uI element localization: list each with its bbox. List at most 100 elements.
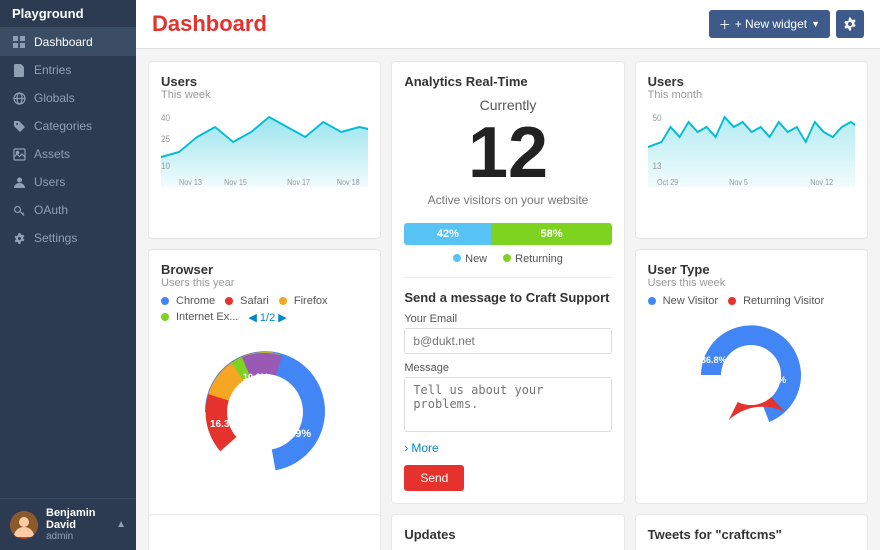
svg-text:Nov 18: Nov 18 [337, 178, 360, 187]
analytics-progress: 42% 58% [404, 223, 611, 245]
sidebar-title: Playground [0, 0, 136, 28]
svg-text:Nov 5: Nov 5 [729, 178, 748, 187]
sidebar-item-entries[interactable]: Entries [0, 56, 136, 84]
currently-label: Currently [404, 97, 611, 113]
gear-icon [843, 17, 857, 31]
svg-text:13: 13 [652, 161, 661, 172]
dashboard-grid: Users This week 40 25 10 Nov 13 [136, 49, 880, 550]
user-profile[interactable]: Benjamin David admin ▲ [0, 498, 136, 550]
support-title: Send a message to Craft Support [404, 290, 611, 305]
sidebar-label-globals: Globals [34, 91, 75, 105]
browser-legend: Chrome Safari Firefox Internet Ex... ◀ 1… [161, 295, 368, 324]
users-week-title: Users [161, 74, 368, 89]
send-button[interactable]: Send [404, 465, 464, 491]
returning-bar: 58% [491, 223, 611, 245]
chevron-up-icon: ▲ [116, 519, 126, 530]
svg-text:67.9%: 67.9% [280, 428, 311, 440]
message-label: Message [404, 362, 611, 374]
tweets-widget: Tweets for "craftcms" Bradley Allen @Bra… [635, 514, 868, 550]
updates-widget: Updates [391, 514, 624, 550]
usertype-donut-chart: 63.2% 36.8% [648, 315, 855, 435]
sidebar-label-entries: Entries [34, 63, 71, 77]
svg-text:50: 50 [652, 113, 661, 124]
svg-text:40: 40 [161, 113, 170, 124]
svg-text:Nov 12: Nov 12 [810, 178, 833, 187]
analytics-value: 12 [404, 117, 611, 189]
sidebar-item-users[interactable]: Users [0, 168, 136, 196]
sidebar-item-globals[interactable]: Globals [0, 84, 136, 112]
globe-icon [12, 91, 26, 105]
svg-text:Oct 29: Oct 29 [657, 178, 678, 187]
sidebar-item-assets[interactable]: Assets [0, 140, 136, 168]
sidebar-item-dashboard[interactable]: Dashboard [0, 28, 136, 56]
sidebar-label-oauth: OAuth [34, 203, 68, 217]
browser-widget: Browser Users this year Chrome Safari Fi… [148, 249, 381, 550]
sidebar-label-settings: Settings [34, 231, 77, 245]
new-widget-button[interactable]: ＋ + New widget ▼ [709, 10, 830, 38]
svg-text:Nov 17: Nov 17 [287, 178, 310, 187]
plus-icon: ＋ [719, 16, 731, 33]
key-icon [12, 203, 26, 217]
browser-title: Browser [161, 262, 368, 277]
message-input[interactable] [404, 377, 611, 432]
usertype-subtitle: Users this week [648, 277, 855, 289]
svg-text:Nov 13: Nov 13 [179, 178, 202, 187]
legend-other: ◀ 1/2 ▶ [248, 311, 286, 324]
sidebar-label-categories: Categories [34, 119, 92, 133]
topbar: Dashboard ＋ + New widget ▼ [136, 0, 880, 49]
users-week-chart: 40 25 10 Nov 13 Nov 15 Nov 17 Nov 18 [161, 107, 368, 177]
file-icon [12, 63, 26, 77]
email-label: Your Email [404, 313, 611, 325]
grid-icon [12, 35, 26, 49]
sidebar-item-settings[interactable]: Settings [0, 224, 136, 252]
analytics-center: Currently 12 Active visitors on your web… [404, 97, 611, 265]
legend-safari: Safari [225, 295, 269, 307]
user-info: Benjamin David admin [46, 507, 108, 542]
new-bar: 42% [404, 223, 491, 245]
tag-icon [12, 119, 26, 133]
analytics-title: Analytics Real-Time [404, 74, 611, 89]
users-week-widget: Users This week 40 25 10 Nov 13 [148, 61, 381, 239]
sidebar-item-oauth[interactable]: OAuth [0, 196, 136, 224]
legend-returning-visitor: Returning Visitor [728, 295, 824, 307]
sidebar-label-dashboard: Dashboard [34, 35, 93, 49]
legend-firefox: Firefox [279, 295, 328, 307]
avatar [10, 511, 38, 539]
browser-donut-chart: 67.9% 16.3% 10.6% [161, 332, 368, 492]
svg-text:36.8%: 36.8% [701, 355, 727, 365]
more-link[interactable]: ›More [404, 441, 611, 455]
sidebar-label-users: Users [34, 175, 65, 189]
usertype-title: User Type [648, 262, 855, 277]
analytics-widget: Analytics Real-Time Currently 12 Active … [391, 61, 624, 504]
usertype-legend: New Visitor Returning Visitor [648, 295, 855, 307]
sidebar-item-categories[interactable]: Categories [0, 112, 136, 140]
analytics-legend: New Returning [404, 253, 611, 265]
updates-title: Updates [404, 527, 611, 542]
legend-new-visitor: New Visitor [648, 295, 718, 307]
support-form: Your Email Message ›More Send [404, 313, 611, 491]
browser-subtitle: Users this year [161, 277, 368, 289]
svg-text:25: 25 [161, 134, 170, 145]
email-input[interactable] [404, 328, 611, 354]
settings-icon [12, 231, 26, 245]
returning-legend: Returning [503, 253, 563, 265]
chevron-down-icon: ▼ [811, 19, 820, 29]
main-content: Dashboard ＋ + New widget ▼ Users This we… [136, 0, 880, 550]
user-role: admin [46, 531, 108, 542]
users-month-widget: Users This month 50 13 Oct 29 Nov 5 [635, 61, 868, 239]
user-name: Benjamin David [46, 507, 108, 531]
widget-settings-button[interactable] [836, 10, 864, 38]
users-month-subtitle: This month [648, 89, 855, 101]
sidebar: Playground Dashboard Entries Globals Cat… [0, 0, 136, 550]
page-title: Dashboard [152, 11, 267, 37]
users-month-chart: 50 13 Oct 29 Nov 5 Nov 12 [648, 107, 855, 177]
new-legend: New [453, 253, 487, 265]
legend-chrome: Chrome [161, 295, 215, 307]
users-week-subtitle: This week [161, 89, 368, 101]
svg-text:63.2%: 63.2% [758, 375, 786, 386]
tweets-title: Tweets for "craftcms" [648, 527, 855, 542]
sidebar-label-assets: Assets [34, 147, 70, 161]
svg-text:10.6%: 10.6% [243, 372, 269, 382]
stat-widget: 9,149 Users this year [148, 514, 381, 550]
usertype-widget: User Type Users this week New Visitor Re… [635, 249, 868, 505]
